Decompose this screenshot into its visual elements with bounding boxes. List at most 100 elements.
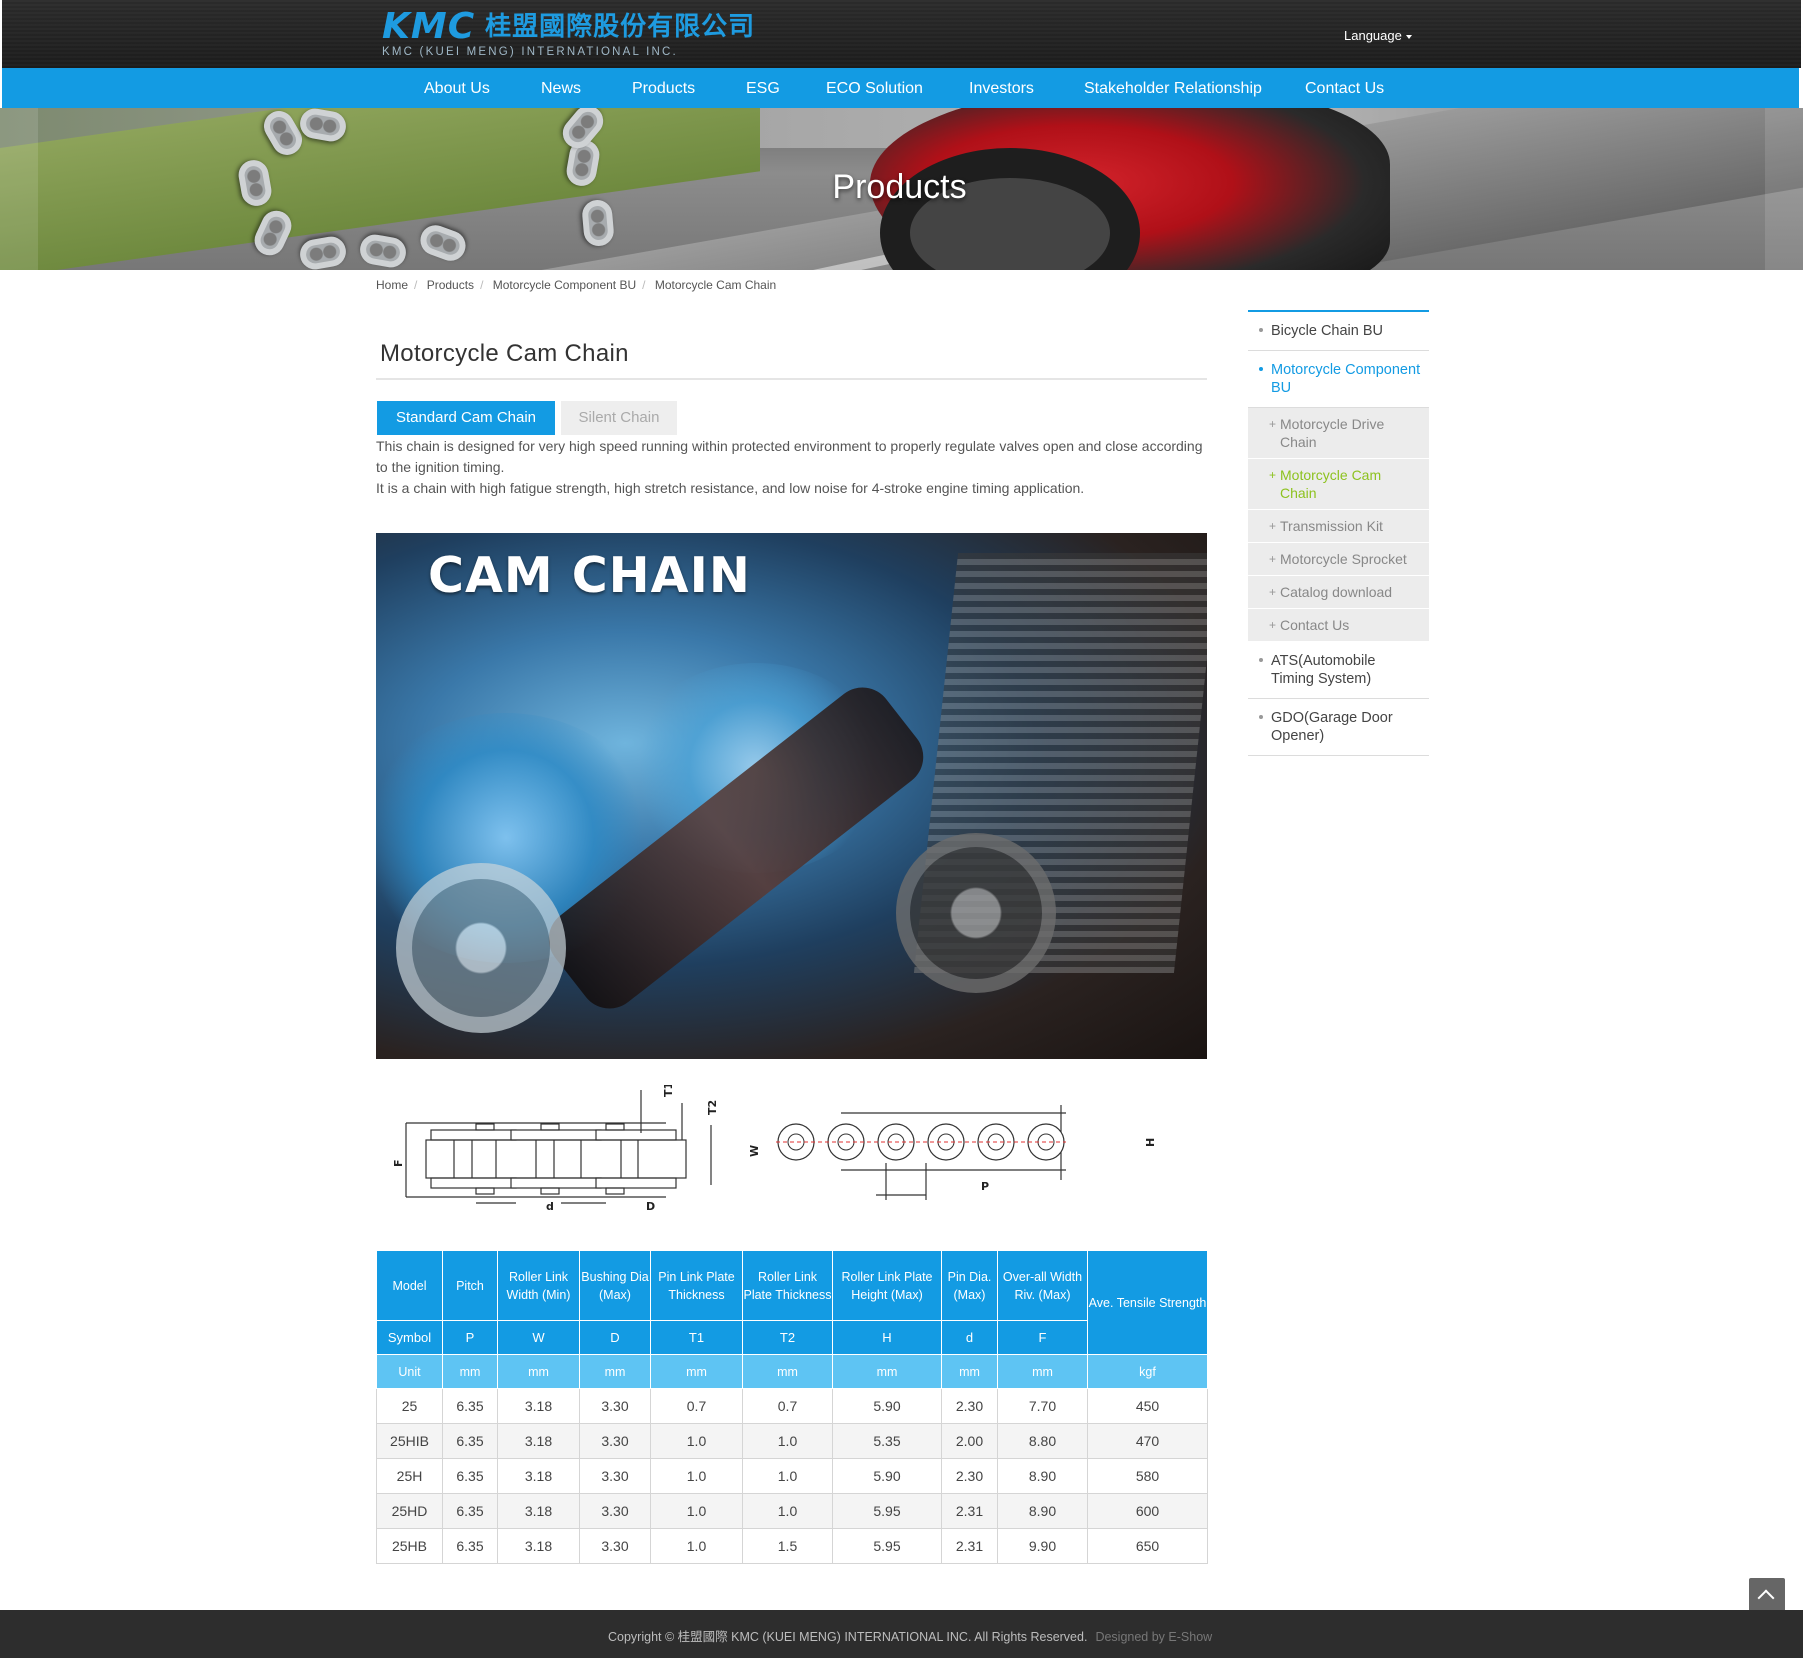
bullet-icon — [1259, 715, 1263, 719]
breadcrumb-products[interactable]: Products — [427, 278, 474, 292]
header-pitch: Pitch — [442, 1250, 498, 1321]
table-cell: 3.30 — [579, 1528, 651, 1564]
kmc-logo[interactable]: KMC 桂盟國際股份有限公司 KMC (KUEI MENG) INTERNATI… — [382, 6, 755, 60]
breadcrumb-motorcycle-cam-chain[interactable]: Motorcycle Cam Chain — [655, 278, 776, 292]
nav-products[interactable]: Products — [632, 68, 695, 108]
nav-contact-us[interactable]: Contact Us — [1305, 68, 1384, 108]
breadcrumb-separator: / — [642, 278, 646, 292]
sidebar-item-motorcycle-component-bu[interactable]: Motorcycle Component BU — [1248, 351, 1429, 408]
bullet-icon — [1259, 328, 1263, 332]
table-cell: 6.35 — [442, 1458, 498, 1494]
sidebar-subitem-transmission-kit[interactable]: + Transmission Kit — [1248, 510, 1429, 543]
table-cell: 650 — [1087, 1528, 1208, 1564]
plus-icon: + — [1269, 618, 1277, 632]
chain-dimension-diagram: T1 T2 W F d D H P — [392, 1085, 1157, 1213]
language-dropdown[interactable]: Language — [1344, 28, 1412, 43]
table-cell: 3.18 — [497, 1423, 580, 1459]
plus-icon: + — [1269, 519, 1277, 533]
header-tensile-strength: Ave. Tensile Strength — [1087, 1250, 1208, 1355]
diagram-label-t2: T2 — [706, 1100, 719, 1115]
diagram-label-t1: T1 — [662, 1085, 675, 1097]
symbol-p: P — [442, 1320, 498, 1355]
table-cell: 8.90 — [997, 1493, 1088, 1529]
table-cell: 6.35 — [442, 1493, 498, 1529]
banner-title: Products — [832, 168, 967, 206]
model-cell: 25 — [376, 1388, 443, 1424]
table-row: 25H 6.35 3.18 3.30 1.0 1.0 5.90 2.30 8.90 580 — [376, 1458, 1208, 1494]
table-cell: 0.7 — [650, 1388, 743, 1424]
table-cell: 1.0 — [742, 1458, 833, 1494]
banner-chain-link — [416, 221, 470, 265]
sidebar-subitem-catalog-download[interactable]: + Catalog download — [1248, 576, 1429, 609]
table-cell: 3.30 — [579, 1423, 651, 1459]
table-row: 25HB 6.35 3.18 3.30 1.0 1.5 5.95 2.31 9.90 650 — [376, 1528, 1208, 1564]
table-row: 25HIB 6.35 3.18 3.30 1.0 1.0 5.35 2.00 8.80 470 — [376, 1423, 1208, 1459]
table-cell: 3.18 — [497, 1493, 580, 1529]
sidebar-subitem-motorcycle-drive-chain[interactable]: + Motorcycle Drive Chain — [1248, 408, 1429, 459]
table-cell: 6.35 — [442, 1528, 498, 1564]
table-cell: 1.0 — [742, 1493, 833, 1529]
symbol-f: F — [997, 1320, 1088, 1355]
hero-gear — [896, 833, 1056, 993]
breadcrumb-motorcycle-component-bu[interactable]: Motorcycle Component BU — [493, 278, 636, 292]
nav-news[interactable]: News — [541, 68, 581, 108]
nav-esg[interactable]: ESG — [746, 68, 780, 108]
sidebar-item-gdo[interactable]: GDO(Garage Door Opener) — [1248, 699, 1429, 756]
sidebar-item-ats[interactable]: ATS(Automobile Timing System) — [1248, 642, 1429, 699]
plus-icon: + — [1269, 468, 1277, 482]
table-cell: 3.30 — [579, 1493, 651, 1529]
page-banner: Products — [0, 108, 1803, 270]
back-to-top-button[interactable] — [1749, 1578, 1785, 1614]
sidebar-item-bicycle-chain-bu[interactable]: Bicycle Chain BU — [1248, 312, 1429, 351]
diagram-label-w: W — [748, 1145, 761, 1157]
sidebar-subitem-motorcycle-cam-chain[interactable]: + Motorcycle Cam Chain — [1248, 459, 1429, 510]
header-pin-link-plate-thickness: Pin Link Plate Thickness — [650, 1250, 743, 1321]
header-bushing-dia: Bushing Dia (Max) — [579, 1250, 651, 1321]
plus-icon: + — [1269, 417, 1277, 431]
table-cell: 1.5 — [742, 1528, 833, 1564]
tab-standard-cam-chain[interactable]: Standard Cam Chain — [377, 401, 555, 435]
nav-about-us[interactable]: About Us — [424, 68, 490, 108]
table-cell: 6.35 — [442, 1423, 498, 1459]
nav-stakeholder-relationship[interactable]: Stakeholder Relationship — [1084, 68, 1262, 108]
title-divider — [376, 378, 1207, 380]
unit-cell: mm — [997, 1354, 1088, 1389]
nav-eco-solution[interactable]: ECO Solution — [826, 68, 923, 108]
header-roller-link-width: Roller Link Width (Min) — [497, 1250, 580, 1321]
cam-chain-spec-table: Model Pitch Roller Link Width (Min) Bush… — [376, 1250, 1208, 1564]
sidebar-item-label: Motorcycle Component BU — [1271, 362, 1421, 396]
table-cell: 1.0 — [650, 1458, 743, 1494]
page-title: Motorcycle Cam Chain — [380, 340, 629, 367]
diagram-label-h: H — [1144, 1138, 1157, 1147]
designer-link[interactable]: Designed by E-Show — [1095, 1630, 1212, 1644]
symbol-label: Symbol — [376, 1320, 443, 1355]
sidebar-item-label: GDO(Garage Door Opener) — [1271, 710, 1393, 744]
table-cell: 470 — [1087, 1423, 1208, 1459]
logo-kmc-text: KMC — [382, 6, 476, 47]
model-cell: 25HB — [376, 1528, 443, 1564]
table-cell: 5.35 — [832, 1423, 942, 1459]
sidebar-menu: Bicycle Chain BU Motorcycle Component BU… — [1248, 310, 1429, 756]
symbol-t1: T1 — [650, 1320, 743, 1355]
table-cell: 8.80 — [997, 1423, 1088, 1459]
sidebar-subitem-label: Motorcycle Cam Chain — [1280, 467, 1382, 501]
symbol-d-small: d — [941, 1320, 998, 1355]
table-cell: 3.18 — [497, 1528, 580, 1564]
header-roller-link-plate-thickness: Roller Link Plate Thickness — [742, 1250, 833, 1321]
unit-cell: mm — [650, 1354, 743, 1389]
nav-investors[interactable]: Investors — [969, 68, 1034, 108]
table-cell: 3.18 — [497, 1388, 580, 1424]
sidebar-subitem-motorcycle-sprocket[interactable]: + Motorcycle Sprocket — [1248, 543, 1429, 576]
footer-text: Copyright © 桂盟國際 KMC (KUEI MENG) INTERNA… — [608, 1626, 1212, 1645]
sidebar-subitem-label: Motorcycle Drive Chain — [1280, 416, 1385, 450]
breadcrumb-home[interactable]: Home — [376, 278, 408, 292]
sidebar-item-label: ATS(Automobile Timing System) — [1271, 653, 1376, 687]
cam-chain-hero-image: CAM CHAIN — [376, 533, 1207, 1059]
banner-chain-link — [297, 234, 349, 270]
symbol-t2: T2 — [742, 1320, 833, 1355]
sidebar-subitem-label: Motorcycle Sprocket — [1280, 551, 1407, 567]
table-cell: 3.18 — [497, 1458, 580, 1494]
tab-silent-chain[interactable]: Silent Chain — [561, 401, 677, 435]
sidebar-subitem-contact-us[interactable]: + Contact Us — [1248, 609, 1429, 642]
language-label: Language — [1344, 28, 1402, 43]
